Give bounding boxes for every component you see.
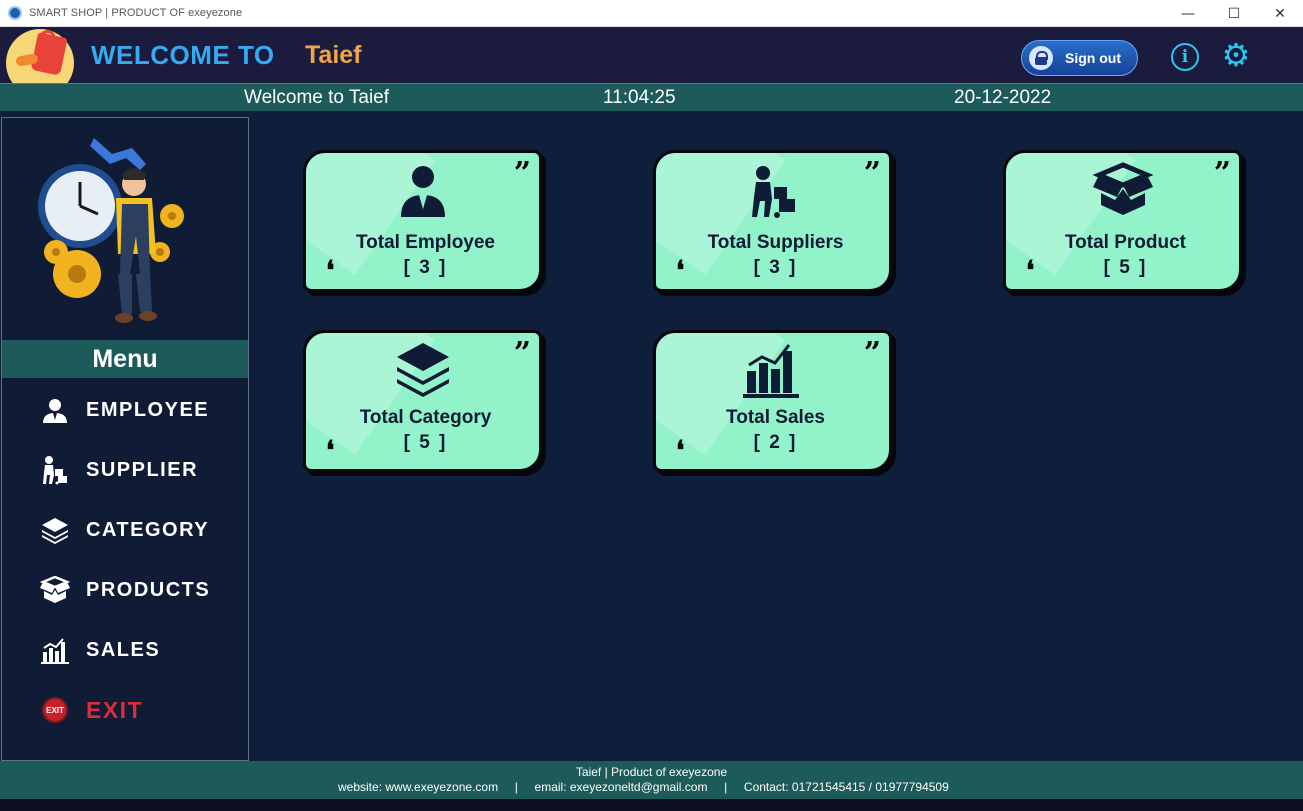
lock-icon <box>1029 46 1053 70</box>
window-title: SMART SHOP | PRODUCT OF exeyezone <box>29 7 243 19</box>
window-controls: — ☐ ✕ <box>1165 0 1303 27</box>
card-count: [ 5 ] <box>403 432 448 453</box>
sign-out-label: Sign out <box>1065 50 1121 66</box>
menu-title: Menu <box>2 340 248 378</box>
mechanic-illustration <box>38 138 184 323</box>
card-total-category[interactable]: ” ❛ Total Category [ 5 ] <box>303 330 546 476</box>
sidebar-item-label: CATEGORY <box>86 518 210 541</box>
layers-icon <box>396 343 449 397</box>
sidebar-item-supplier[interactable]: SUPPLIER <box>2 448 248 492</box>
welcome-heading: WELCOME TO <box>91 40 275 70</box>
card-count: [ 5 ] <box>1103 257 1148 278</box>
sidebar-item-label: SALES <box>86 638 161 661</box>
quote-close-icon: ” <box>863 336 881 371</box>
app-window: WELCOME TO Taief Sign out i ⚙ Welcome to… <box>0 27 1303 811</box>
employee-icon <box>400 166 445 217</box>
footer-credit: Taief | Product of exeyezone <box>575 765 728 779</box>
close-button[interactable]: ✕ <box>1257 0 1303 27</box>
supplier-icon <box>751 166 795 218</box>
card-count: [ 3 ] <box>403 257 448 278</box>
sidebar-item-label: EMPLOYEE <box>86 398 210 421</box>
bottom-strip <box>0 799 1303 811</box>
footer-contact: website: www.exeyezone.com | email: exey… <box>338 780 949 794</box>
card-count: [ 3 ] <box>753 257 798 278</box>
quote-close-icon: ” <box>513 156 531 191</box>
sidebar-item-category[interactable]: CATEGORY <box>2 508 248 552</box>
sign-out-button[interactable]: Sign out <box>1021 40 1138 76</box>
quote-close-icon: ” <box>1213 156 1231 191</box>
greeting-text: Welcome to Taief <box>244 87 390 108</box>
sidebar-item-label: SUPPLIER <box>86 458 199 481</box>
clock-time: 11:04:25 <box>603 87 676 108</box>
footer: Taief | Product of exeyezone website: ww… <box>0 761 1303 799</box>
shop-logo <box>6 27 76 83</box>
info-icon[interactable]: i <box>1171 43 1199 71</box>
employee-icon <box>40 395 70 425</box>
sidebar-item-employee[interactable]: EMPLOYEE <box>2 388 248 432</box>
card-total-product[interactable]: ” ❛ Total Product [ 5 ] <box>1003 150 1246 296</box>
card-title: Total Employee <box>355 232 495 253</box>
card-title: Total Category <box>359 407 492 428</box>
current-date: 20-12-2022 <box>954 87 1052 108</box>
sidebar-item-products[interactable]: PRODUCTS <box>2 568 248 612</box>
sidebar-item-exit[interactable]: EXIT EXIT <box>2 688 248 732</box>
info-bar: Welcome to Taief 11:04:25 20-12-2022 <box>0 83 1303 111</box>
minimize-button[interactable]: — <box>1165 0 1211 27</box>
gear-icon[interactable]: ⚙ <box>1219 38 1253 72</box>
bar-chart-icon <box>742 344 799 398</box>
sidebar-item-label: EXIT <box>86 696 144 723</box>
card-total-suppliers[interactable]: ” ❛ Total Suppliers [ 3 ] <box>653 150 896 296</box>
card-count: [ 2 ] <box>753 432 798 453</box>
box-icon <box>1092 162 1153 215</box>
username-heading: Taief <box>305 41 362 69</box>
sidebar-item-label: PRODUCTS <box>86 578 211 601</box>
category-icon <box>40 515 70 545</box>
card-total-sales[interactable]: ” ❛ Total Sales [ 2 ] <box>653 330 896 476</box>
sidebar-item-sales[interactable]: SALES <box>2 628 248 672</box>
header: WELCOME TO Taief Sign out i ⚙ <box>0 27 1303 83</box>
card-title: Total Sales <box>726 407 825 428</box>
maximize-button[interactable]: ☐ <box>1211 0 1257 27</box>
quote-close-icon: ” <box>513 336 531 371</box>
supplier-icon <box>40 455 70 485</box>
sales-icon <box>40 635 70 665</box>
card-title: Total Product <box>1064 232 1187 253</box>
app-icon <box>8 6 22 20</box>
sidebar: Menu EMPLOYEE SUPPLIER CATEGORY PRODUCTS <box>1 117 249 761</box>
products-icon <box>40 575 70 605</box>
exit-icon: EXIT <box>40 695 70 725</box>
window-titlebar: SMART SHOP | PRODUCT OF exeyezone — ☐ ✕ <box>0 0 1303 27</box>
card-total-employee[interactable]: ” ❛ Total Employee [ 3 ] <box>303 150 546 296</box>
card-title: Total Suppliers <box>707 232 844 253</box>
exit-badge: EXIT <box>42 697 68 723</box>
quote-close-icon: ” <box>863 156 881 191</box>
